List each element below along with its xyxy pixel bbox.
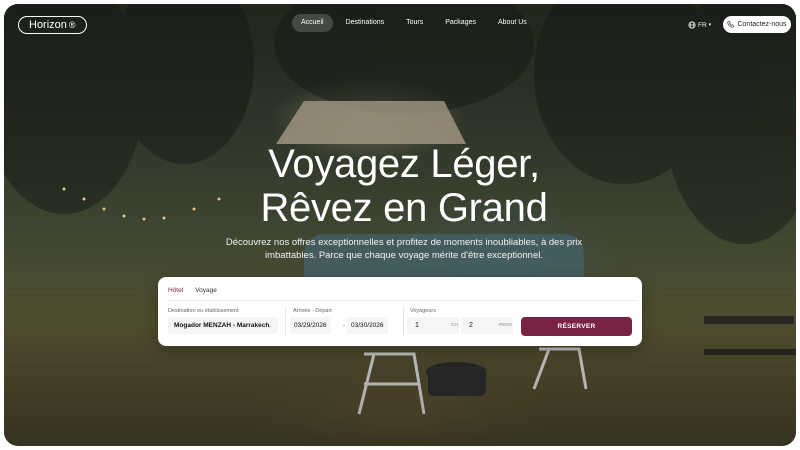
chevron-down-icon: ▾ — [708, 22, 712, 28]
hero-headline: Voyagez Léger, Rêvez en Grand — [4, 142, 796, 230]
nav-item-packages[interactable]: Packages — [436, 14, 485, 32]
reserve-button[interactable]: RÉSERVER — [521, 317, 632, 336]
rooms-value: 1 — [415, 322, 419, 329]
nav-item-about-us[interactable]: About Us — [489, 14, 536, 32]
rooms-unit: CH — [451, 323, 458, 328]
destination-select[interactable]: Mogador MENZAH - Marrakech ⌄ — [168, 317, 278, 334]
date-separator: - — [343, 322, 346, 329]
contact-button[interactable]: Contactez-nous — [723, 16, 791, 33]
dates-label: Arrivée - Départ — [293, 308, 332, 314]
headline-line-1: Voyagez Léger, — [268, 142, 540, 186]
destination-value: Mogador MENZAH - Marrakech — [174, 322, 270, 329]
nav-item-destinations[interactable]: Destinations — [337, 14, 394, 32]
contact-label: Contactez-nous — [737, 21, 787, 28]
hero-section: Horizon ® Accueil Destinations Tours Pac… — [4, 4, 796, 446]
headline-line-2: Rêvez en Grand — [260, 186, 548, 230]
phone-icon — [727, 21, 735, 28]
nav-item-tours[interactable]: Tours — [397, 14, 432, 32]
nav-item-accueil[interactable]: Accueil — [292, 14, 333, 32]
persons-unit: PERS — [499, 323, 513, 328]
travelers-label: Voyageurs — [410, 308, 436, 314]
main-nav: Accueil Destinations Tours Packages Abou… — [292, 14, 536, 32]
globe-icon — [688, 21, 696, 29]
destination-label: Destination ou établissement — [168, 308, 239, 314]
tab-divider — [168, 300, 638, 301]
language-label: FR — [698, 21, 707, 29]
departure-date-input[interactable]: 03/30/2026 — [347, 317, 388, 334]
brand-logo[interactable]: Horizon ® — [18, 16, 87, 34]
arrival-date-input[interactable]: 03/29/2026 — [290, 317, 331, 334]
tab-hotel[interactable]: Hôtel — [168, 285, 184, 301]
brand-name: Horizon — [29, 19, 67, 31]
field-divider — [285, 307, 286, 335]
hero-subtitle: Découvrez nos offres exceptionnelles et … — [225, 237, 583, 261]
chevron-down-icon: ⌄ — [266, 322, 272, 329]
registered-mark: ® — [68, 20, 76, 30]
tab-voyage[interactable]: Voyage — [195, 285, 217, 301]
booking-tabs: Hôtel Voyage — [168, 285, 217, 301]
persons-value: 2 — [469, 322, 473, 329]
booking-widget: Hôtel Voyage Destination ou établissemen… — [158, 277, 642, 346]
field-divider — [403, 307, 404, 335]
language-selector[interactable]: FR ▾ — [688, 19, 711, 31]
